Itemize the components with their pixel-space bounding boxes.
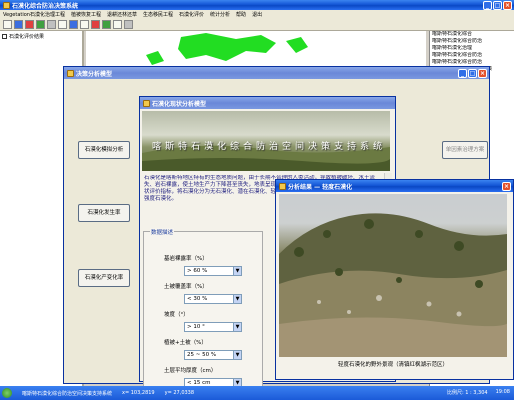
menu-item[interactable]: 退耕还林还草 [107,11,137,18]
chevron-down-icon: ▼ [233,323,241,331]
zoom-in-icon[interactable] [47,20,56,29]
minimize-icon[interactable]: _ [458,69,467,78]
layer-checkbox[interactable] [2,34,7,39]
overview-window-title: 石漠化现状分析模型 [152,100,207,108]
new-icon[interactable] [3,20,12,29]
main-window-title: 石漠化综合防治决策系统 [12,2,79,10]
close-icon[interactable]: × [502,182,511,191]
window-icon [143,99,150,107]
map-view[interactable] [86,31,426,67]
list-item[interactable]: 喀斯特石漠化综合防治 [430,38,514,45]
karst-landscape-photo [279,194,507,357]
minimize-icon[interactable]: _ [483,1,492,10]
result-photo-window: 分析结果 — 轻度石漠化 × 轻度石漠化的野外景观（清镇红枫湖示范区） [275,179,514,380]
status-y-coordinate: y= 27,0338 [164,390,195,396]
field-label: 土被覆盖率（%） [164,284,208,290]
zoom-out-icon[interactable] [58,20,67,29]
soil-cover-select[interactable]: < 30 % ▼ [184,294,242,304]
pan-icon[interactable] [69,20,78,29]
close-icon[interactable]: × [503,1,512,10]
status-scale: 比例尺: 1 : 3,304 [446,390,488,396]
field-label: 坡度（°） [164,312,189,318]
menu-item[interactable]: Vegetation石漠化治理工程 [3,11,65,18]
simulation-analysis-button[interactable]: 石漠化模拟分析 [78,141,130,159]
banner-image: 喀斯特石漠化综合防治空间决策支持系统 [142,111,390,171]
layer-item[interactable]: 石漠化评价结果 [0,31,82,42]
analysis-titlebar: 决策分析模型 _ □ × [64,67,489,79]
menubar: Vegetation石漠化治理工程 植被恢复工程 退耕还林还草 生态移民工程 石… [0,10,514,19]
menu-item[interactable]: 石漠化评价 [179,11,204,18]
maximize-icon[interactable]: □ [493,1,502,10]
occurrence-rate-button[interactable]: 石漠化发生率 [78,204,130,222]
slope-select[interactable]: > 10 ° ▼ [184,322,242,332]
data-description-group: 数据描述 基岩裸露率（%） > 60 % ▼ 土被覆盖率（%） < 30 % ▼ 坡… [143,228,263,399]
open-icon[interactable] [14,20,23,29]
save-icon[interactable] [25,20,34,29]
change-rate-button[interactable]: 石漠化产变化率 [78,269,130,287]
list-item[interactable]: 喀斯特石漠化综合防治 [430,59,514,66]
vegetation-soil-select[interactable]: 25 ~ 50 % ▼ [184,350,242,360]
overview-titlebar: 石漠化现状分析模型 [140,97,395,109]
map-patches [146,33,308,65]
photo-window-title: 分析结果 — 轻度石漠化 [288,183,353,191]
field-label: 土层平均厚度（cm） [164,368,217,374]
status-bar: 喀斯特石漠化综合防治空间决策支持系统 x= 103,2819 y= 27,033… [0,386,514,400]
app-icon [3,1,10,9]
field-label: 植被+土被（%） [164,340,207,346]
photo-caption: 轻度石漠化的野外景观（清镇红枫湖示范区） [337,362,448,368]
clock: 19:08 [495,389,510,395]
toolbar [0,19,514,31]
group-title: 数据描述 [150,228,175,236]
window-icon [279,182,286,190]
identify-icon[interactable] [91,20,100,29]
bedrock-exposure-select[interactable]: > 60 % ▼ [184,266,242,276]
banner-title: 喀斯特石漠化综合防治空间决策支持系统 [152,142,387,152]
list-item[interactable]: 喀斯特石漠化综合 [430,31,514,38]
status-x-coordinate: x= 103,2819 [122,390,155,396]
menu-item[interactable]: 生态移民工程 [143,11,173,18]
chevron-down-icon: ▼ [233,295,241,303]
select-icon[interactable] [113,20,122,29]
window-icon [67,69,74,77]
maximize-icon[interactable]: □ [468,69,477,78]
single-factor-plan-button[interactable]: 单因素治理方案 [442,141,488,159]
start-icon[interactable] [2,388,12,398]
chevron-down-icon: ▼ [233,351,241,359]
print-icon[interactable] [80,20,89,29]
menu-item[interactable]: 统计分析 [210,11,230,18]
list-item[interactable]: 喀斯特石漠化治理 [430,45,514,52]
full-extent-icon[interactable] [102,20,111,29]
refresh-icon[interactable] [124,20,133,29]
status-app-name: 喀斯特石漠化综合防治空间决策支持系统 [22,390,113,397]
menu-item[interactable]: 退出 [252,11,262,18]
field-label: 基岩裸露率（%） [164,256,208,262]
layer-label: 石漠化评价结果 [9,34,45,40]
analysis-window-title: 决策分析模型 [76,70,113,78]
main-titlebar: 石漠化综合防治决策系统 _ □ × [0,0,514,10]
list-item[interactable]: 喀斯特石漠化综合防治 [430,52,514,59]
layer-icon[interactable] [36,20,45,29]
photo-titlebar: 分析结果 — 轻度石漠化 × [276,180,513,192]
menu-item[interactable]: 帮助 [236,11,246,18]
chevron-down-icon: ▼ [233,267,241,275]
close-icon[interactable]: × [478,69,487,78]
menu-item[interactable]: 植被恢复工程 [71,11,101,18]
